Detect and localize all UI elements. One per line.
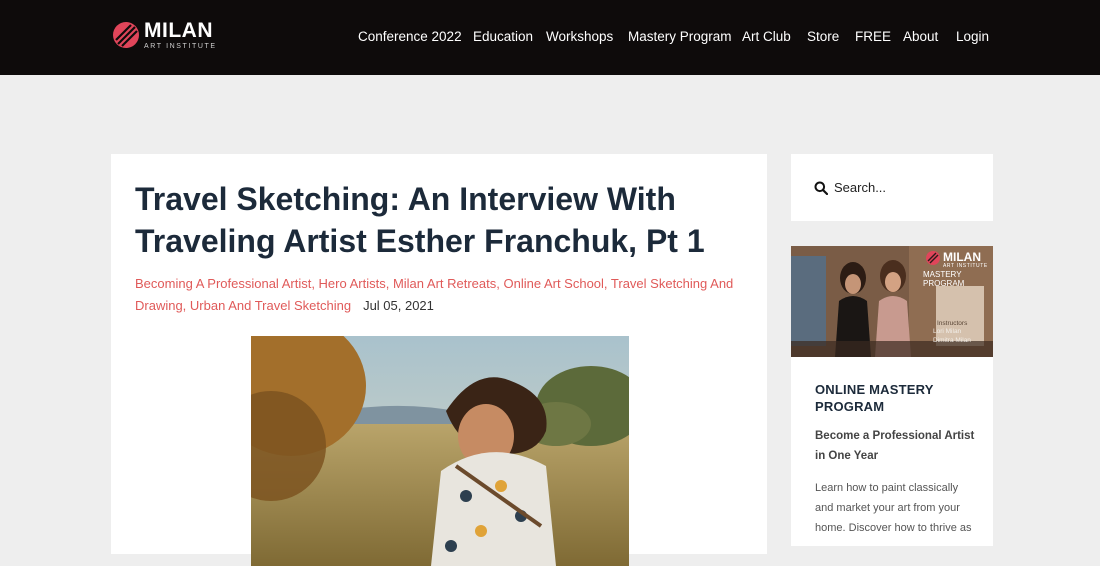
nav-workshops[interactable]: Workshops [546, 28, 613, 46]
article-meta: Becoming A Professional Artist, Hero Art… [135, 273, 735, 317]
promo-heading[interactable]: ONLINE MASTERY PROGRAM [815, 381, 975, 415]
promo-logo-icon [926, 251, 940, 265]
article-date: Jul 05, 2021 [363, 298, 434, 313]
promo-instructor-2: Dimitra Milan [933, 337, 971, 344]
promo-body: Learn how to paint classically and marke… [815, 482, 972, 534]
main-nav: Conference 2022 Education Workshops Mast… [0, 28, 1100, 46]
promo-instructor-1: Lori Milan [933, 328, 962, 335]
article-card: Travel Sketching: An Interview With Trav… [111, 154, 767, 566]
hero-photo [251, 336, 629, 566]
promo-logo-caption: MASTERY PROGRAM [923, 270, 965, 288]
nav-conference[interactable]: Conference 2022 [358, 28, 462, 46]
nav-art-club[interactable]: Art Club [742, 28, 791, 46]
article-categories[interactable]: Becoming A Professional Artist, Hero Art… [135, 276, 733, 313]
promo-logo-sub: ART INSTITUTE [943, 263, 988, 269]
nav-free[interactable]: FREE [855, 28, 891, 46]
sidebar-search[interactable]: Search... [791, 154, 993, 221]
promo-subheading: Become a Professional Artist in One Year [815, 430, 975, 462]
article-title: Travel Sketching: An Interview With Trav… [135, 181, 705, 259]
nav-about[interactable]: About [903, 28, 938, 46]
article-hero-image [251, 336, 629, 566]
nav-education[interactable]: Education [473, 28, 533, 46]
promo-logo-main: MILAN [943, 250, 981, 264]
nav-store[interactable]: Store [807, 28, 839, 46]
search-input[interactable]: Search... [834, 180, 886, 195]
mastery-program-promo[interactable]: MILAN ART INSTITUTE MASTERY PROGRAM Inst… [791, 246, 993, 546]
nav-login[interactable]: Login [956, 28, 989, 46]
promo-image: MILAN ART INSTITUTE MASTERY PROGRAM Inst… [791, 246, 993, 357]
site-header: MILAN ART INSTITUTE Conference 2022 Educ… [0, 0, 1100, 75]
promo-instructors-heading: Instructors [937, 320, 968, 327]
search-icon [814, 181, 828, 195]
nav-mastery-program[interactable]: Mastery Program [628, 28, 732, 46]
